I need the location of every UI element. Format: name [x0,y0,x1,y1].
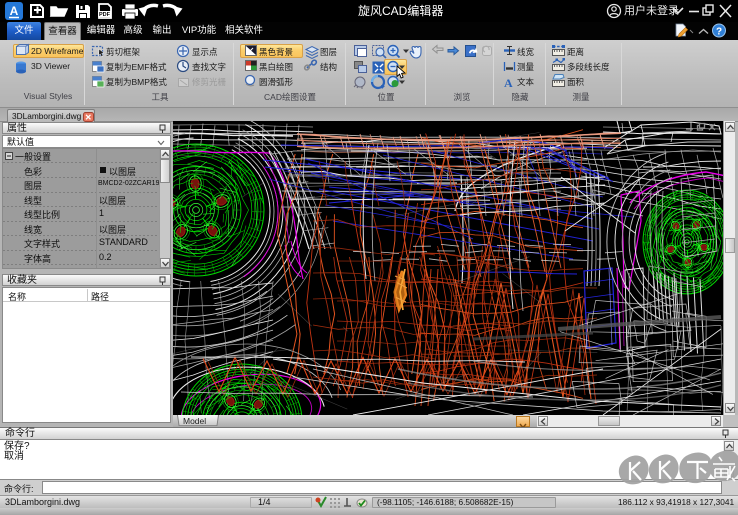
svg-text:?: ? [716,27,722,38]
svg-text:PDF: PDF [99,12,111,18]
svg-text:A: A [10,4,19,18]
svg-text:A: A [504,76,513,90]
